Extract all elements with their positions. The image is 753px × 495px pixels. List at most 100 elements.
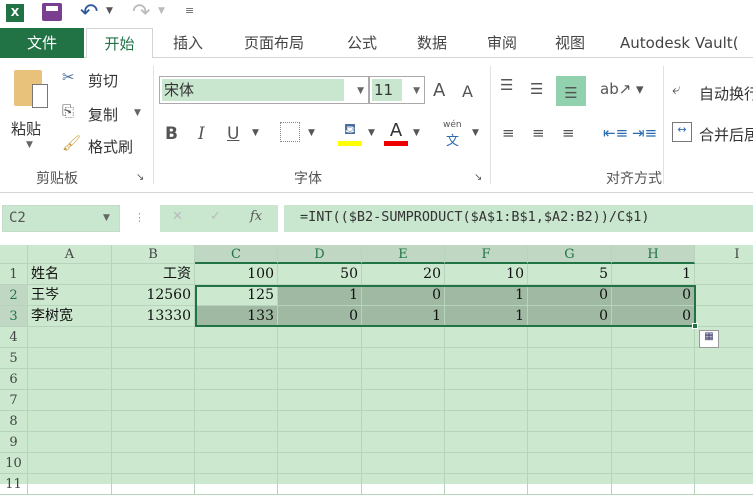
tab-formulas[interactable]: 公式 xyxy=(332,28,392,58)
cell-C7[interactable] xyxy=(195,390,278,411)
shrink-font-button[interactable]: A xyxy=(462,82,473,101)
cell-B6[interactable] xyxy=(112,369,195,390)
cell-E5[interactable] xyxy=(362,348,445,369)
insert-function-button[interactable]: fx xyxy=(250,209,262,224)
quick-analysis-icon[interactable]: ▦ xyxy=(699,330,719,348)
fill-dropdown-icon[interactable]: ▼ xyxy=(368,128,375,138)
orientation-icon[interactable]: ab↗ ▾ xyxy=(600,80,644,98)
cell-A4[interactable] xyxy=(28,327,112,348)
cell-B10[interactable] xyxy=(112,453,195,474)
align-center-icon[interactable]: ≡ xyxy=(532,124,545,142)
row-header-5[interactable]: 5 xyxy=(0,348,28,369)
cell-E10[interactable] xyxy=(362,453,445,474)
cell-H9[interactable] xyxy=(612,432,695,453)
tab-review[interactable]: 审阅 xyxy=(472,28,532,58)
column-header-F[interactable]: F xyxy=(445,245,528,264)
bold-button[interactable]: B xyxy=(165,124,178,144)
font-launcher-icon[interactable]: ↘ xyxy=(474,172,482,183)
row-header-8[interactable]: 8 xyxy=(0,411,28,432)
cell-E1[interactable]: 20 xyxy=(362,264,445,285)
cell-A8[interactable] xyxy=(28,411,112,432)
redo-icon[interactable]: ↷ xyxy=(132,0,150,25)
cut-button[interactable]: 剪切 xyxy=(88,70,118,91)
cell-F5[interactable] xyxy=(445,348,528,369)
column-header-B[interactable]: B xyxy=(112,245,195,264)
cell-E4[interactable] xyxy=(362,327,445,348)
cell-F4[interactable] xyxy=(445,327,528,348)
cell-I2[interactable] xyxy=(695,285,753,306)
cell-B9[interactable] xyxy=(112,432,195,453)
column-header-A[interactable]: A xyxy=(28,245,112,264)
cell-G7[interactable] xyxy=(528,390,612,411)
cell-A1[interactable]: 姓名 xyxy=(28,264,112,285)
border-icon[interactable] xyxy=(280,122,300,142)
cell-A2[interactable]: 王岑 xyxy=(28,285,112,306)
cell-C2[interactable]: 125 xyxy=(195,285,278,306)
row-header-2[interactable]: 2 xyxy=(0,285,28,306)
cell-E7[interactable] xyxy=(362,390,445,411)
copy-button[interactable]: 复制 xyxy=(88,104,118,125)
tab-home[interactable]: 开始 xyxy=(86,28,153,59)
cell-D9[interactable] xyxy=(278,432,362,453)
row-header-9[interactable]: 9 xyxy=(0,432,28,453)
cell-C10[interactable] xyxy=(195,453,278,474)
cell-H3[interactable]: 0 xyxy=(612,306,695,327)
cell-D10[interactable] xyxy=(278,453,362,474)
phonetic-dropdown-icon[interactable]: ▼ xyxy=(472,128,479,138)
cell-E8[interactable] xyxy=(362,411,445,432)
border-dropdown-icon[interactable]: ▼ xyxy=(308,128,315,138)
row-header-1[interactable]: 1 xyxy=(0,264,28,285)
cell-G4[interactable] xyxy=(528,327,612,348)
cell-A6[interactable] xyxy=(28,369,112,390)
merge-center-button[interactable]: 合并后居中 xyxy=(699,124,753,145)
cell-H7[interactable] xyxy=(612,390,695,411)
undo-dropdown-icon[interactable]: ▼ xyxy=(106,6,113,16)
cell-G5[interactable] xyxy=(528,348,612,369)
cell-H1[interactable]: 1 xyxy=(612,264,695,285)
cell-F10[interactable] xyxy=(445,453,528,474)
cell-I9[interactable] xyxy=(695,432,753,453)
cell-H5[interactable] xyxy=(612,348,695,369)
cell-D2[interactable]: 1 xyxy=(278,285,362,306)
cell-D7[interactable] xyxy=(278,390,362,411)
column-header-C[interactable]: C xyxy=(195,245,278,264)
save-icon[interactable] xyxy=(42,3,62,21)
cell-D4[interactable] xyxy=(278,327,362,348)
format-painter-button[interactable]: 格式刷 xyxy=(88,136,133,157)
cell-G6[interactable] xyxy=(528,369,612,390)
clipboard-launcher-icon[interactable]: ↘ xyxy=(136,172,144,183)
cell-F2[interactable]: 1 xyxy=(445,285,528,306)
cell-G2[interactable]: 0 xyxy=(528,285,612,306)
formula-input[interactable]: =INT(($B2-SUMPRODUCT($A$1:B$1,$A2:B2))/C… xyxy=(284,205,753,232)
tab-data[interactable]: 数据 xyxy=(402,28,462,58)
cell-D8[interactable] xyxy=(278,411,362,432)
cell-I8[interactable] xyxy=(695,411,753,432)
cell-E6[interactable] xyxy=(362,369,445,390)
column-header-G[interactable]: G xyxy=(528,245,612,264)
cell-F1[interactable]: 10 xyxy=(445,264,528,285)
cell-A9[interactable] xyxy=(28,432,112,453)
cell-A10[interactable] xyxy=(28,453,112,474)
cell-I5[interactable] xyxy=(695,348,753,369)
tab-view[interactable]: 视图 xyxy=(540,28,600,58)
align-right-icon[interactable]: ≡ xyxy=(562,124,575,142)
column-header-H[interactable]: H xyxy=(612,245,695,264)
cell-E9[interactable] xyxy=(362,432,445,453)
cell-I7[interactable] xyxy=(695,390,753,411)
row-header-11[interactable]: 11 xyxy=(0,474,28,495)
cell-C1[interactable]: 100 xyxy=(195,264,278,285)
cell-G9[interactable] xyxy=(528,432,612,453)
cell-B1[interactable]: 工资 xyxy=(112,264,195,285)
underline-button[interactable]: U xyxy=(227,124,239,144)
cell-F8[interactable] xyxy=(445,411,528,432)
cell-D1[interactable]: 50 xyxy=(278,264,362,285)
formula-bar-grip[interactable]: ⋮ xyxy=(134,211,145,224)
cell-D3[interactable]: 0 xyxy=(278,306,362,327)
cell-D11[interactable] xyxy=(278,474,362,495)
redo-dropdown-icon[interactable]: ▼ xyxy=(158,6,165,16)
align-left-icon[interactable]: ≡ xyxy=(502,124,515,142)
paste-button[interactable]: 粘贴 ▼ xyxy=(8,68,56,158)
row-header-6[interactable]: 6 xyxy=(0,369,28,390)
cell-H8[interactable] xyxy=(612,411,695,432)
cell-A7[interactable] xyxy=(28,390,112,411)
